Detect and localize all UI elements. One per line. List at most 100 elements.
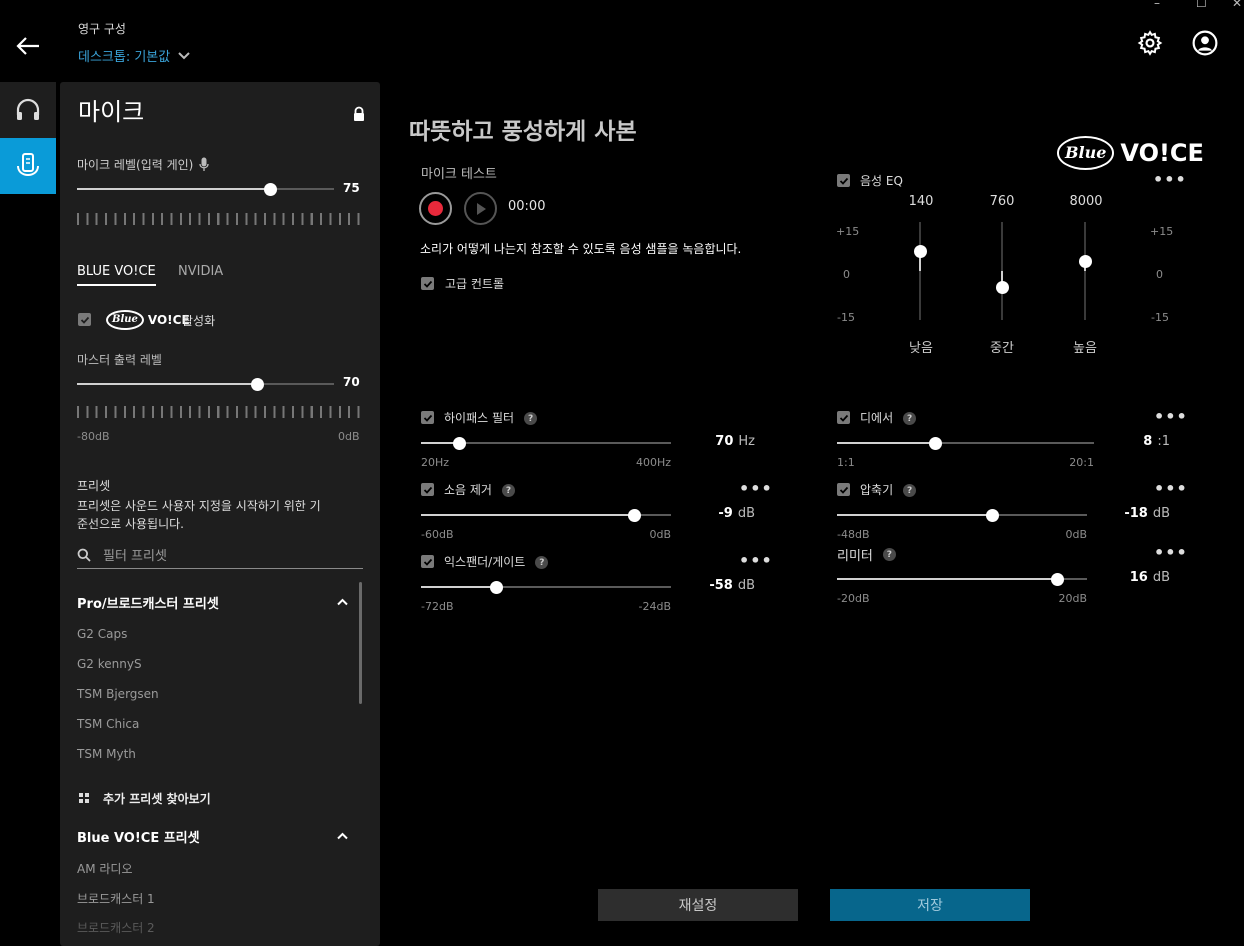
play-button[interactable] [464, 192, 497, 225]
help-icon[interactable]: ? [524, 412, 538, 425]
help-icon[interactable]: ? [903, 412, 917, 425]
compressor-max: 0dB [1065, 528, 1087, 541]
help-icon[interactable]: ? [535, 556, 549, 569]
slider-knob[interactable] [1051, 573, 1064, 586]
blue-voice-checkbox[interactable] [78, 313, 91, 326]
expander-more-button[interactable]: ••• [739, 551, 773, 570]
help-icon[interactable]: ? [903, 484, 917, 497]
master-min: -80dB [77, 430, 110, 443]
preset-item[interactable]: TSM Myth [77, 747, 136, 761]
compressor-checkbox[interactable] [837, 483, 850, 496]
expander-value: -58 dB [709, 578, 755, 593]
mic-panel [60, 82, 380, 946]
compressor-more-button[interactable]: ••• [1154, 479, 1188, 498]
maximize-button[interactable]: ☐ [1196, 0, 1207, 10]
play-icon [476, 202, 486, 215]
gear-icon[interactable] [1137, 30, 1163, 56]
highpass-max: 400Hz [635, 456, 671, 469]
noise-label: 소음 제거 [444, 483, 492, 497]
group2-title[interactable]: Blue VO!CE 프리셋 [77, 827, 200, 846]
limiter-more-button[interactable]: ••• [1154, 543, 1188, 562]
eq-band-name: 중간 [990, 341, 1014, 356]
slider-knob[interactable] [250, 378, 264, 391]
blue-voice-logo: Blue VO!CE [106, 310, 190, 330]
eq-more-button[interactable]: ••• [1153, 170, 1187, 189]
eq-scale-bot-right: -15 [1151, 311, 1169, 324]
highpass-checkbox[interactable] [421, 411, 434, 424]
check-icon [423, 558, 432, 566]
mic-small-icon [199, 157, 210, 171]
headphones-icon [16, 98, 40, 120]
eq-knob[interactable] [914, 245, 927, 259]
slider-knob[interactable] [627, 509, 641, 522]
advanced-checkbox[interactable] [421, 277, 434, 290]
limiter-min: -20dB [837, 592, 870, 605]
noise-min: -60dB [421, 528, 454, 541]
preset-item[interactable]: 브로드캐스터 1 [77, 890, 155, 907]
preset-item[interactable]: TSM Chica [77, 717, 139, 731]
deesser-checkbox[interactable] [837, 411, 850, 424]
help-icon[interactable]: ? [501, 484, 515, 497]
presets-desc-1: 프리셋은 사운드 사용자 지정을 시작하기 위한 기 [77, 499, 321, 513]
group1-title[interactable]: Pro/브로드캐스터 프리셋 [77, 593, 219, 612]
deesser-label: 디에서 [860, 411, 894, 425]
preset-item[interactable]: TSM Bjergsen [77, 687, 159, 701]
limiter-value-unit: dB [1152, 570, 1170, 585]
compressor-label: 압축기 [860, 483, 894, 497]
preset-scrollbar[interactable] [359, 582, 362, 704]
filter-presets-input[interactable]: 필터 프리셋 [103, 545, 167, 564]
tab-nvidia[interactable]: NVIDIA [178, 264, 223, 279]
slider-knob[interactable] [986, 509, 999, 522]
preset-item[interactable]: G2 kennyS [77, 657, 142, 671]
chevron-up-icon[interactable] [337, 598, 348, 606]
chevron-up-icon[interactable] [337, 832, 348, 840]
rail-microphone[interactable] [0, 138, 56, 194]
check-icon [423, 414, 432, 422]
deesser-value-number: 8 [1143, 434, 1153, 449]
browse-more-link[interactable]: 추가 프리셋 찾아보기 [103, 790, 211, 807]
search-icon [77, 548, 91, 562]
profile-label: 데스크톱: 기본값 [78, 50, 171, 65]
master-level-value: 70 [343, 375, 360, 389]
expander-checkbox[interactable] [421, 555, 434, 568]
tab-blue-voice[interactable]: BLUE VO!CE [77, 264, 156, 286]
slider-knob[interactable] [928, 437, 942, 450]
panel-title: 마이크 [78, 98, 145, 126]
eq-band-freq: 8000 [1069, 194, 1103, 209]
master-level-meter [77, 406, 363, 418]
slider-fill [837, 514, 992, 516]
back-arrow-icon[interactable] [14, 32, 42, 60]
rail-headphones[interactable] [0, 82, 56, 138]
presets-title: 프리셋 [77, 479, 111, 493]
expander-value-number: -58 [709, 578, 733, 593]
noise-more-button[interactable]: ••• [739, 479, 773, 498]
slider-knob[interactable] [263, 183, 277, 196]
deesser-more-button[interactable]: ••• [1154, 407, 1188, 426]
eq-knob[interactable] [1079, 255, 1092, 269]
eq-checkbox[interactable] [837, 174, 850, 187]
slider-knob[interactable] [490, 581, 503, 594]
noise-checkbox[interactable] [421, 483, 434, 496]
help-icon[interactable]: ? [882, 548, 896, 561]
profile-dropdown[interactable]: 데스크톱: 기본값 [78, 46, 190, 65]
master-max: 0dB [338, 430, 360, 443]
minimize-button[interactable]: – [1154, 0, 1160, 10]
compressor-value-number: -18 [1124, 506, 1148, 521]
eq-track [919, 222, 921, 320]
save-button[interactable]: 저장 [830, 889, 1030, 921]
preset-item[interactable]: AM 라디오 [77, 860, 133, 877]
preset-item[interactable]: 브로드캐스터 2 [77, 919, 155, 936]
reset-button[interactable]: 재설정 [598, 889, 798, 921]
eq-track [1084, 222, 1086, 320]
eq-knob[interactable] [996, 281, 1009, 295]
compressor-value-unit: dB [1152, 506, 1170, 521]
record-button[interactable] [419, 192, 452, 225]
deesser-max: 20:1 [1069, 456, 1094, 469]
voice-brand-text: VO!CE [1120, 139, 1204, 167]
close-button[interactable]: ✕ [1232, 0, 1242, 10]
lock-icon [354, 106, 364, 121]
highpass-value-number: 70 [715, 434, 734, 449]
preset-item[interactable]: G2 Caps [77, 627, 127, 641]
slider-knob[interactable] [452, 437, 466, 450]
account-icon[interactable] [1192, 30, 1218, 56]
